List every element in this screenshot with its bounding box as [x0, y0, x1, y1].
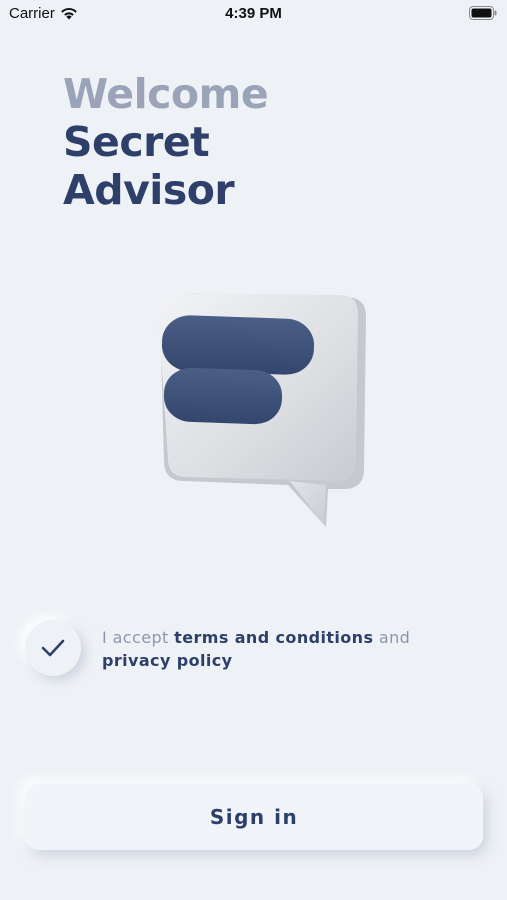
battery-icon [469, 6, 497, 25]
app-name-line-1: Secret [63, 118, 210, 166]
status-bar: Carrier 4:39 PM [0, 0, 507, 30]
chat-bubble-illustration [150, 285, 380, 535]
terms-link[interactable]: terms and conditions [174, 628, 373, 647]
app-name-line-2: Advisor [63, 166, 235, 214]
terms-text: I accept terms and conditions and privac… [102, 626, 492, 672]
check-icon [41, 639, 65, 657]
terms-prefix: I accept [102, 628, 175, 647]
welcome-heading: Welcome Secret Advisor [63, 70, 269, 214]
privacy-link[interactable]: privacy policy [102, 651, 232, 670]
status-time: 4:39 PM [225, 5, 282, 22]
terms-acceptance: I accept terms and conditions and privac… [25, 618, 495, 680]
welcome-text: Welcome [63, 70, 269, 118]
sign-in-button[interactable]: Sign in [25, 784, 483, 850]
terms-connector: and [373, 628, 411, 647]
chat-bubble-icon [158, 293, 366, 527]
terms-checkbox[interactable] [25, 620, 81, 676]
